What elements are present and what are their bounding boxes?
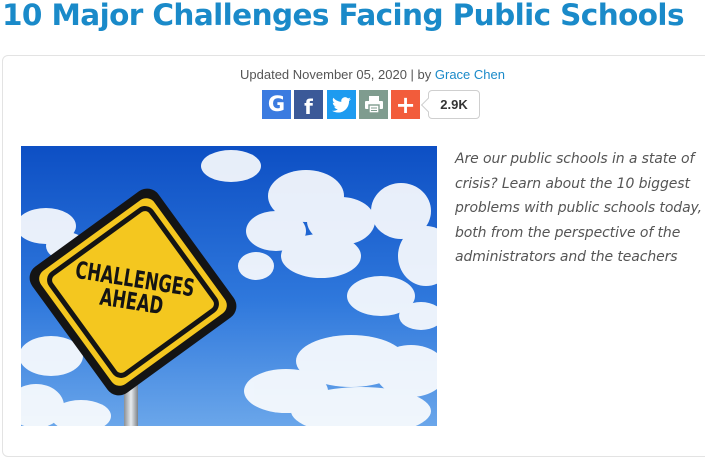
author-link[interactable]: Grace Chen	[435, 67, 505, 82]
page-title: 10 Major Challenges Facing Public School…	[2, 0, 685, 32]
facebook-icon: f	[304, 94, 313, 119]
twitter-share-button[interactable]	[327, 90, 356, 119]
article-description: Are our public schools in a state of cri…	[455, 151, 703, 265]
share-count: 2.9K	[428, 90, 480, 119]
google-share-button[interactable]: G	[262, 90, 291, 119]
challenges-ahead-image: CHALLENGES AHEAD	[21, 146, 437, 426]
more-share-button[interactable]: +	[391, 90, 420, 119]
facebook-share-button[interactable]: f	[294, 90, 323, 119]
print-icon	[364, 96, 383, 113]
byline: Updated November 05, 2020 | by Grace Che…	[0, 67, 705, 82]
plus-icon: +	[395, 90, 416, 119]
updated-date: Updated November 05, 2020 | by	[240, 67, 435, 82]
twitter-icon	[332, 96, 351, 113]
google-icon: G	[267, 92, 286, 116]
print-button[interactable]	[359, 90, 388, 119]
